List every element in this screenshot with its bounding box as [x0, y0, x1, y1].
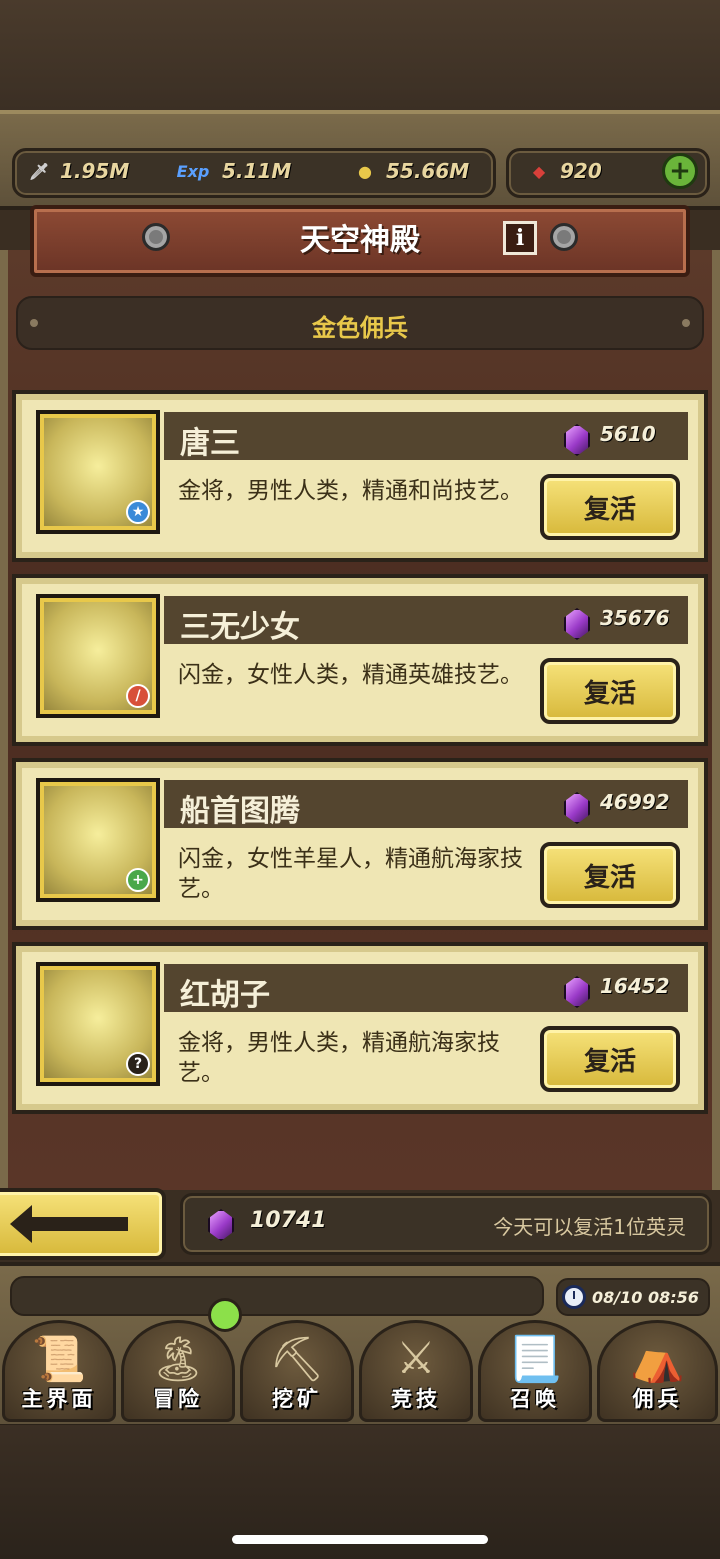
- red-gem-icon: ◆: [532, 161, 546, 181]
- gold-resource: ● 55.66M: [350, 156, 469, 186]
- add-gems-button[interactable]: +: [662, 153, 698, 189]
- attack-value: 1.95M: [60, 159, 130, 183]
- nav-label: 冒险: [153, 1387, 203, 1411]
- hero-cost: 46992: [600, 790, 670, 814]
- question-badge-icon: ?: [126, 1052, 150, 1076]
- nav-label: 佣兵: [632, 1387, 683, 1411]
- nav-summon[interactable]: 📃 召唤: [478, 1320, 592, 1422]
- hero-description: 金将，男性人类，精通航海家技艺。: [178, 1030, 500, 1086]
- hero-card: + 船首图腾 46992 闪金，女性羊星人，精通航海家技艺。 复活: [12, 758, 708, 930]
- top-background: [0, 0, 720, 110]
- star-badge-icon: ★: [126, 500, 150, 524]
- hero-card: ★ 唐三 5610 金将，男性人类，精通和尚技艺。 复活: [12, 390, 708, 562]
- revive-button[interactable]: 复活: [540, 842, 680, 908]
- nav-label: 主界面: [21, 1387, 97, 1411]
- gem-balance: 10741: [250, 1208, 327, 1233]
- tent-icon: ⛺: [630, 1334, 685, 1385]
- nav-label: 召唤: [510, 1387, 560, 1411]
- back-button[interactable]: [0, 1188, 166, 1260]
- hero-description: 闪金，女性人类，精通英雄技艺。: [178, 662, 523, 688]
- hero-card: / 三无少女 35676 闪金，女性人类，精通英雄技艺。 复活: [12, 574, 708, 746]
- hero-portrait[interactable]: ?: [36, 962, 160, 1086]
- exp-value: 5.11M: [222, 159, 292, 183]
- hero-portrait[interactable]: ★: [36, 410, 160, 534]
- nav-label: 挖矿: [272, 1387, 322, 1411]
- crossed-swords-icon: ⚔: [396, 1333, 436, 1384]
- clock-text: 08/10 08:56: [592, 1287, 699, 1307]
- info-icon: i: [515, 225, 525, 251]
- attack-resource: 🗡 1.95M: [24, 156, 129, 186]
- revive-button[interactable]: 复活: [540, 1026, 680, 1092]
- map-scroll-icon: 📜: [31, 1334, 87, 1385]
- hero-cost: 5610: [600, 422, 656, 446]
- gold-value: 55.66M: [386, 159, 470, 183]
- home-indicator[interactable]: [232, 1535, 488, 1544]
- hero-name: 船首图腾: [180, 794, 300, 829]
- nav-mercenary[interactable]: ⛺ 佣兵: [597, 1320, 718, 1422]
- sword-icon: 🗡: [28, 161, 50, 181]
- hero-cost: 16452: [600, 974, 670, 998]
- nav-arena[interactable]: ⚔ 竞技: [359, 1320, 473, 1422]
- exp-icon: Exp: [176, 161, 210, 181]
- page-title: 天空神殿: [300, 223, 420, 258]
- message-bar: [10, 1276, 544, 1316]
- revive-button[interactable]: 复活: [540, 658, 680, 724]
- hero-name: 红胡子: [180, 978, 270, 1013]
- hero-portrait[interactable]: /: [36, 594, 160, 718]
- hero-name: 唐三: [180, 426, 240, 461]
- pickaxe-icon: ⛏: [269, 1334, 325, 1385]
- info-button[interactable]: i: [503, 221, 537, 255]
- exp-resource: Exp 5.11M: [170, 156, 292, 186]
- island-icon: 🏝: [150, 1334, 206, 1385]
- clock-icon: [562, 1285, 586, 1309]
- hero-portrait[interactable]: +: [36, 778, 160, 902]
- clock-display: 08/10 08:56: [556, 1278, 710, 1316]
- gem-value: 920: [560, 159, 602, 183]
- left-arrow-icon: [10, 1205, 128, 1243]
- gem-resource: ◆ 920: [524, 156, 602, 186]
- daily-revive-note: 今天可以复活1位英灵: [493, 1215, 686, 1239]
- hero-description: 闪金，女性羊星人，精通航海家技艺。: [178, 846, 523, 902]
- hero-cost: 35676: [600, 606, 670, 630]
- category-title: 金色佣兵: [312, 314, 408, 342]
- gold-coin-icon: ●: [358, 161, 372, 181]
- revive-button[interactable]: 复活: [540, 474, 680, 540]
- plus-icon: +: [669, 156, 691, 186]
- sword-badge-icon: /: [126, 684, 150, 708]
- notification-dot: [208, 1298, 242, 1332]
- hero-description: 金将，男性人类，精通和尚技艺。: [178, 478, 523, 504]
- nav-adventure[interactable]: 🏝 冒险: [121, 1320, 235, 1422]
- hero-name: 三无少女: [180, 610, 300, 645]
- hero-card: ? 红胡子 16452 金将，男性人类，精通航海家技艺。 复活: [12, 942, 708, 1114]
- plus-badge-icon: +: [126, 868, 150, 892]
- nav-label: 竞技: [391, 1387, 441, 1411]
- nav-main[interactable]: 📜 主界面: [2, 1320, 116, 1422]
- nav-mining[interactable]: ⛏ 挖矿: [240, 1320, 354, 1422]
- summon-scroll-icon: 📃: [507, 1334, 563, 1385]
